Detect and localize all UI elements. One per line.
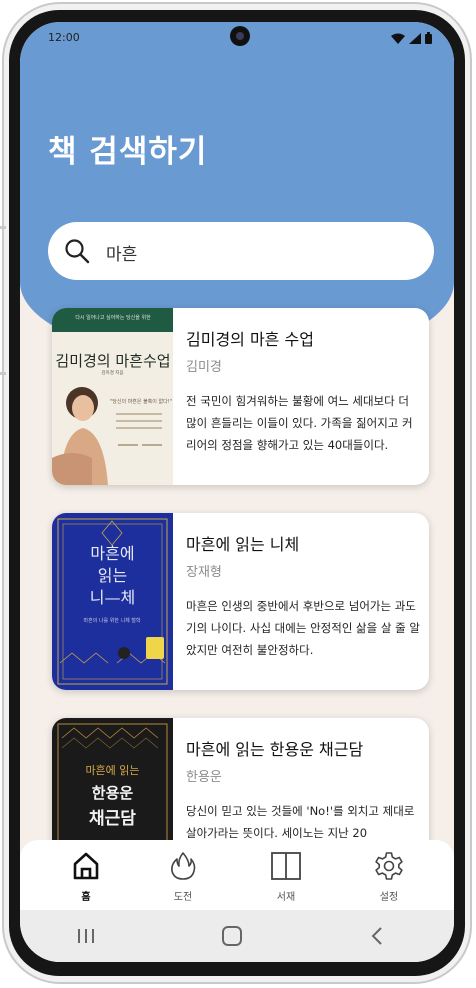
book-info: 김미경의 마흔 수업 김미경 전 국민이 힘겨워하는 불황에 여느 세대보다 더…	[186, 326, 420, 456]
cover-author: 김미경 지음	[101, 371, 124, 376]
book-info: 마흔에 읽는 한용운 채근담 한용운 당신이 믿고 있는 것들에 'No!'를 …	[186, 736, 420, 844]
page-title: 책 검색하기	[48, 134, 208, 170]
cover-title-line: 한용운	[91, 784, 134, 802]
back-icon[interactable]	[366, 924, 390, 948]
cover-quote: "당신의 마흔은 불혹이 없다!"	[110, 399, 172, 405]
app-screen: 12:00 책 검색하기 마흔 다시 일어나고 싶어하는 당신을 위한 김미경의…	[20, 22, 454, 962]
battery-icon	[425, 32, 432, 44]
wifi-icon	[391, 33, 405, 44]
tab-home[interactable]: 홈	[51, 850, 121, 903]
side-button	[0, 372, 6, 375]
book-info: 마흔에 읽는 니체 장재형 마흔은 인생의 중반에서 후반으로 넘어가는 과도기…	[186, 531, 420, 661]
front-camera	[230, 26, 250, 46]
cover-title: 김미경의 마흔수업	[55, 352, 171, 370]
book-cover: 마흔에 읽는 니—체 마흔의 나를 위한 니체 철학	[52, 513, 173, 690]
home-icon	[73, 852, 99, 880]
book-title: 마흔에 읽는 한용운 채근담	[186, 740, 364, 759]
book-icon	[271, 852, 301, 880]
status-bar: 12:00	[20, 22, 454, 56]
cover-title: 마흔에 읽는 니—체	[52, 543, 173, 609]
book-cover-image	[52, 308, 173, 485]
book-description: 전 국민이 힘겨워하는 불황에 여느 세대보다 더 많이 흔들리는 이들이 있다…	[186, 394, 413, 452]
side-button	[0, 226, 6, 229]
cover-title-line: 니—체	[89, 588, 136, 607]
search-bar[interactable]	[48, 222, 434, 280]
system-nav-bar	[20, 910, 454, 962]
gear-icon	[375, 852, 403, 880]
signal-icon	[409, 32, 421, 44]
cover-top-text: 다시 일어나고 싶어하는 당신을 위한	[75, 315, 151, 321]
status-time: 12:00	[48, 31, 80, 44]
tab-challenge[interactable]: 도전	[148, 850, 218, 903]
cover-title-line: 마흔에	[90, 544, 135, 563]
tab-settings[interactable]: 설정	[354, 850, 424, 903]
book-card[interactable]: 마흔에 읽는 니—체 마흔의 나를 위한 니체 철학 마흔에 읽는 니체 장재형…	[52, 513, 429, 690]
book-author: 김미경	[186, 360, 222, 375]
book-title: 마흔에 읽는 니체	[186, 535, 300, 554]
cover-title-line: 마흔에 읽는	[85, 764, 140, 777]
tab-label: 홈	[81, 892, 91, 903]
home-button-icon[interactable]	[220, 924, 244, 948]
tab-label: 도전	[173, 892, 193, 903]
cover-title-line: 채근담	[89, 809, 136, 829]
book-card[interactable]: 다시 일어나고 싶어하는 당신을 위한 김미경의 마흔수업 김미경 지음 "당신…	[52, 308, 429, 485]
cover-subtitle: 마흔의 나를 위한 니체 철학	[83, 618, 141, 624]
book-cover: 다시 일어나고 싶어하는 당신을 위한 김미경의 마흔수업 김미경 지음 "당신…	[52, 308, 173, 485]
header-background	[20, 22, 454, 352]
bottom-tab-bar: 홈 도전 서재 설정	[20, 840, 454, 910]
book-description: 마흔은 인생의 중반에서 후반으로 넘어가는 과도기의 나이다. 사십 대에는 …	[186, 599, 420, 657]
tab-label: 설정	[379, 892, 399, 903]
book-description: 당신이 믿고 있는 것들에 'No!'를 외치고 제대로 살아가라는 뜻이다. …	[186, 804, 415, 840]
recent-apps-icon[interactable]	[74, 924, 98, 948]
book-author: 장재형	[186, 565, 222, 580]
status-icons	[391, 32, 432, 44]
tab-label: 서재	[276, 892, 296, 903]
tab-library[interactable]: 서재	[251, 850, 321, 903]
book-author: 한용운	[186, 770, 222, 785]
cover-title-line: 읽는	[97, 566, 128, 585]
book-title: 김미경의 마흔 수업	[186, 330, 314, 349]
search-icon[interactable]	[64, 238, 90, 264]
flame-icon	[171, 852, 196, 880]
search-input[interactable]	[104, 236, 408, 268]
